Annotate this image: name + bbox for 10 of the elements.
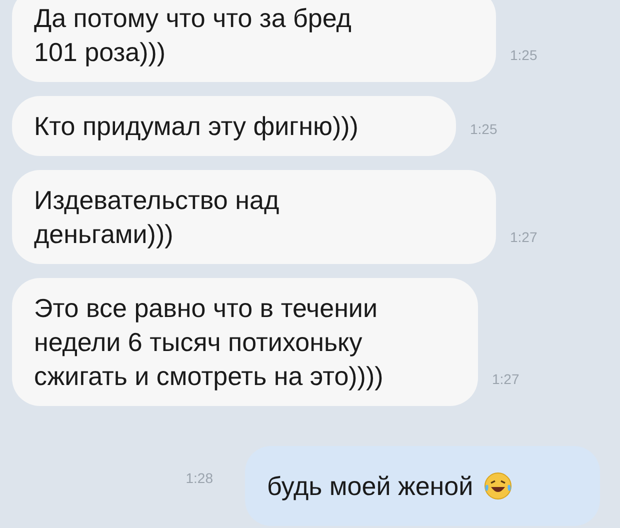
message-time: 1:27 <box>510 228 538 247</box>
message-text: Издевательство над деньгами))) <box>34 184 280 251</box>
message-time: 1:25 <box>510 46 538 65</box>
message-text: будь моей женой <box>267 470 474 503</box>
message-text: Да потому что что за бред 101 роза))) <box>34 2 352 69</box>
message-time: 1:27 <box>492 370 520 389</box>
message-text: Кто придумал эту фигню))) <box>34 110 358 143</box>
message-time: 1:25 <box>470 120 498 139</box>
message-text: Это все равно что в течении недели 6 тысяч потихоньку сжигать и смотреть на это)))) <box>34 292 384 393</box>
message-time: 1:28 <box>186 469 213 488</box>
